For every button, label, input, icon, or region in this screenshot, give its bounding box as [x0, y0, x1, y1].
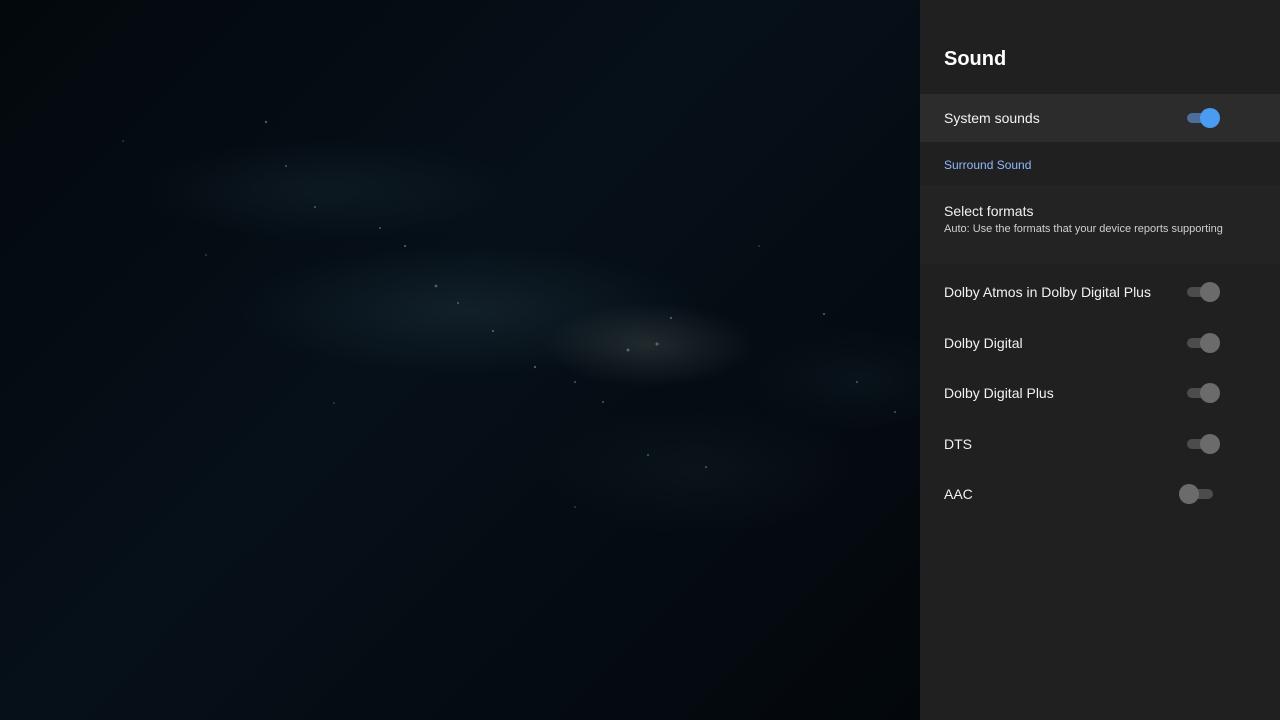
aac-label: AAC [944, 486, 973, 502]
toggle-knob [1200, 108, 1220, 128]
dolby-atmos-label: Dolby Atmos in Dolby Digital Plus [944, 284, 1151, 300]
toggle-knob [1200, 333, 1220, 353]
space-wallpaper [0, 0, 920, 720]
toggle-knob [1200, 282, 1220, 302]
dts-toggle[interactable] [1179, 431, 1223, 457]
format-row-dolby-atmos[interactable]: Dolby Atmos in Dolby Digital Plus [920, 267, 1280, 317]
select-formats-subtitle: Auto: Use the formats that your device r… [944, 223, 1223, 235]
format-row-dts[interactable]: DTS [920, 419, 1280, 469]
select-formats-label: Select formats [944, 203, 1034, 219]
format-row-dolby-digital-plus[interactable]: Dolby Digital Plus [920, 368, 1280, 418]
system-sounds-toggle[interactable] [1179, 105, 1223, 131]
dolby-digital-label: Dolby Digital [944, 335, 1023, 351]
toggle-knob [1200, 434, 1220, 454]
dolby-digital-toggle[interactable] [1179, 330, 1223, 356]
panel-title: Sound [944, 48, 1007, 70]
dolby-digital-plus-label: Dolby Digital Plus [944, 385, 1054, 401]
system-sounds-label: System sounds [944, 110, 1040, 126]
toggle-knob [1179, 484, 1199, 504]
toggle-knob [1200, 383, 1220, 403]
dts-label: DTS [944, 436, 972, 452]
sound-settings-panel: Sound System sounds Surround Sound Selec… [920, 0, 1280, 720]
surround-sound-header: Surround Sound [944, 158, 1032, 172]
system-sounds-row[interactable]: System sounds [920, 94, 1280, 142]
aac-toggle[interactable] [1179, 481, 1223, 507]
format-row-dolby-digital[interactable]: Dolby Digital [920, 318, 1280, 368]
dolby-digital-plus-toggle[interactable] [1179, 380, 1223, 406]
format-row-aac[interactable]: AAC [920, 469, 1280, 519]
tv-settings-screen: Sound System sounds Surround Sound Selec… [0, 0, 1280, 720]
dolby-atmos-toggle[interactable] [1179, 279, 1223, 305]
select-formats-row[interactable]: Select formats Auto: Use the formats tha… [920, 185, 1280, 264]
star-field [122, 120, 896, 508]
